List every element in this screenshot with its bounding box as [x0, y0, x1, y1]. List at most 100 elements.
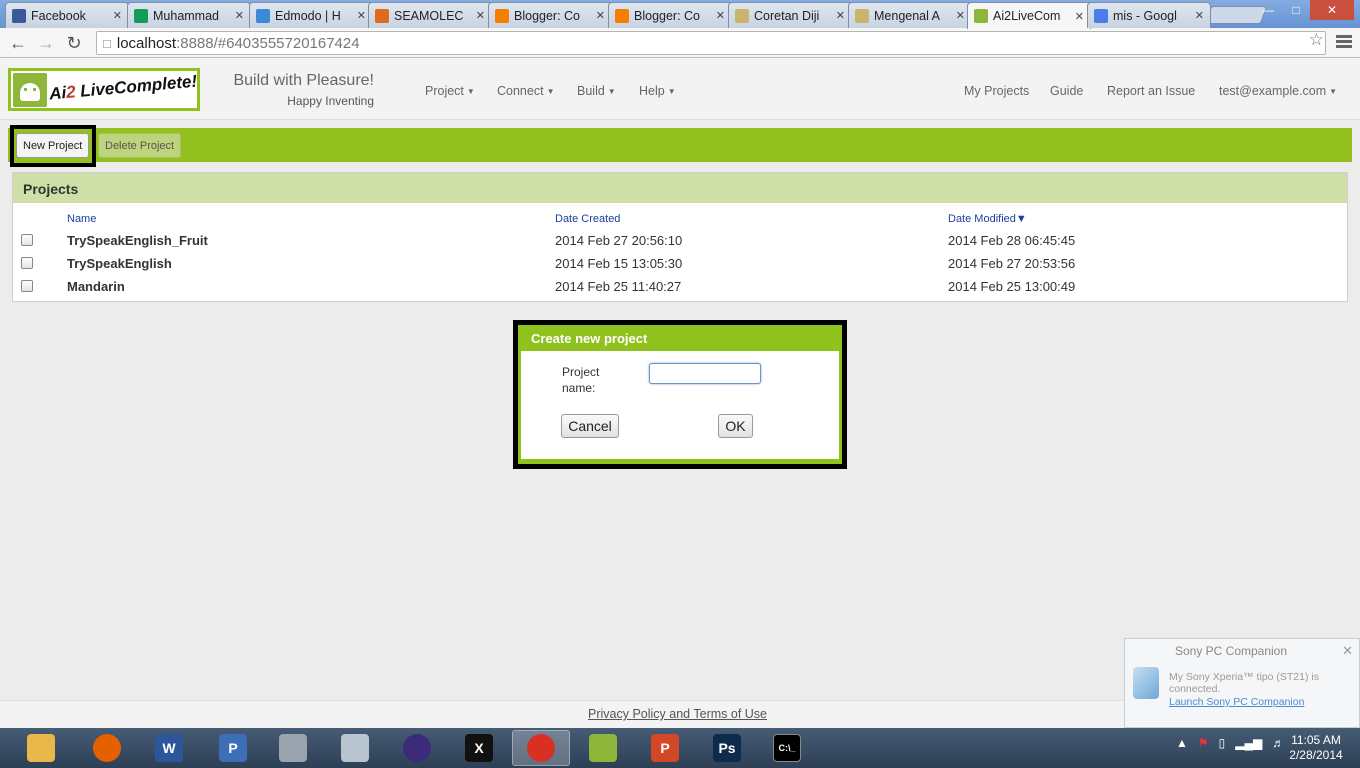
toast-message: My Sony Xperia™ tipo (ST21) is connected… [1169, 671, 1319, 695]
date-created: 2014 Feb 27 20:56:10 [555, 233, 683, 248]
caret-down-icon: ▼ [607, 87, 616, 97]
taskbar-explorer[interactable] [12, 730, 70, 766]
taskbar-network[interactable] [264, 730, 322, 766]
tagline: Build with Pleasure! Happy Inventing [232, 72, 374, 108]
system-clock[interactable]: 11:05 AM 2/28/2014 [1276, 733, 1356, 763]
taskbar-xming[interactable]: X [450, 730, 508, 766]
browser-tab[interactable]: Coretan Diji ✕ [728, 2, 852, 28]
row-checkbox[interactable] [21, 257, 33, 269]
close-tab-icon[interactable]: ✕ [836, 9, 845, 22]
toast-title: Sony PC Companion [1174, 644, 1288, 658]
phone-icon [1133, 667, 1159, 699]
close-tab-icon[interactable]: ✕ [1195, 9, 1204, 22]
tab-title: Mengenal A [874, 8, 941, 23]
tagline-sub: Happy Inventing [287, 94, 374, 108]
close-tab-icon[interactable]: ✕ [716, 9, 725, 22]
link-my-projects[interactable]: My Projects [964, 84, 1029, 98]
date-modified: 2014 Feb 27 20:53:56 [948, 256, 1076, 271]
facebook-icon [12, 8, 26, 23]
column-date-modified[interactable]: Date Modified▼ [948, 213, 1027, 225]
link-report-issue[interactable]: Report an Issue [1107, 84, 1195, 98]
menu-project[interactable]: Project ▼ [425, 84, 475, 98]
word-icon: W [155, 734, 183, 762]
phone-tray-icon[interactable]: ▯ [1219, 736, 1226, 750]
column-date-created[interactable]: Date Created [555, 213, 620, 225]
table-row[interactable]: Mandarin 2014 Feb 25 11:40:27 2014 Feb 2… [13, 275, 1343, 298]
app-header: Ai2 LiveComplete! Build with Pleasure! H… [0, 58, 1360, 120]
close-tab-icon[interactable]: ✕ [956, 9, 965, 22]
browser-tab[interactable]: SEAMOLEC ✕ [368, 2, 492, 28]
taskbar-ai2[interactable] [574, 730, 632, 766]
back-arrow-icon[interactable]: ← [6, 32, 30, 54]
table-row[interactable]: TrySpeakEnglish_Fruit 2014 Feb 27 20:56:… [13, 229, 1343, 252]
taskbar-photoshop[interactable]: Ps [698, 730, 756, 766]
windows-taskbar: W P X P Ps C:\_ ▲ ⚑ ▯ ▂▄▆ ♬ 11:05 AM 2/28/201… [0, 728, 1360, 768]
row-checkbox[interactable] [21, 234, 33, 246]
delete-project-button[interactable]: Delete Project [98, 133, 182, 158]
reload-icon[interactable]: ↻ [62, 32, 86, 54]
close-tab-icon[interactable]: ✕ [596, 9, 605, 22]
toast-link[interactable]: Launch Sony PC Companion [1169, 696, 1304, 708]
browser-tab[interactable]: Edmodo | H ✕ [249, 2, 373, 28]
taskbar-firefox[interactable] [78, 730, 136, 766]
browser-tab[interactable]: mis - Googl ✕ [1087, 2, 1211, 28]
close-tab-icon[interactable]: ✕ [357, 9, 366, 22]
blogger-icon [615, 8, 629, 23]
dialog-body: Project name: Cancel OK [521, 351, 839, 459]
taskbar-word[interactable]: W [140, 730, 198, 766]
browser-tab[interactable]: Blogger: Co ✕ [608, 2, 732, 28]
browser-toolbar: ← → ↻ □ localhost:8888/#6403555720167424… [0, 28, 1360, 58]
caret-down-icon: ▼ [1329, 87, 1338, 97]
taskbar-chrome[interactable] [512, 730, 570, 766]
eclipse-icon [403, 734, 431, 762]
maximize-icon[interactable]: □ [1282, 0, 1310, 20]
browser-tab[interactable]: Muhammad ✕ [127, 2, 251, 28]
user-account-menu[interactable]: test@example.com ▼ [1219, 84, 1337, 98]
menu-connect[interactable]: Connect ▼ [497, 84, 554, 98]
row-checkbox[interactable] [21, 280, 33, 292]
signal-icon[interactable]: ▂▄▆ [1235, 736, 1262, 750]
projects-panel: Projects Name Date Created Date Modified… [12, 172, 1348, 302]
app-logo[interactable]: Ai2 LiveComplete! [8, 68, 200, 111]
cancel-button[interactable]: Cancel [561, 414, 619, 438]
privacy-policy-link[interactable]: Privacy Policy and Terms of Use [588, 707, 767, 721]
browser-tab[interactable]: Facebook ✕ [5, 2, 129, 28]
android-logo-icon [13, 73, 47, 107]
project-name-input[interactable] [649, 363, 761, 384]
forward-arrow-icon[interactable]: → [34, 32, 58, 54]
close-icon[interactable]: ✕ [1342, 643, 1353, 659]
new-project-button[interactable]: New Project [16, 133, 90, 158]
date-modified: 2014 Feb 28 06:45:45 [948, 233, 1076, 248]
tab-title: Blogger: Co [514, 8, 581, 23]
close-tab-icon[interactable]: ✕ [476, 9, 485, 22]
minimize-icon[interactable]: — [1254, 0, 1282, 20]
table-row[interactable]: TrySpeakEnglish 2014 Feb 15 13:05:30 201… [13, 252, 1343, 275]
tab-title: Ai2LiveCom [993, 9, 1061, 23]
bookmark-star-icon[interactable]: ☆ [1309, 30, 1324, 50]
close-window-icon[interactable]: ✕ [1310, 0, 1354, 20]
flag-icon[interactable]: ⚑ [1198, 736, 1209, 750]
menu-build[interactable]: Build ▼ [577, 84, 616, 98]
ok-button[interactable]: OK [718, 414, 753, 438]
taskbar-powerpoint-app[interactable]: P [204, 730, 262, 766]
project-name[interactable]: TrySpeakEnglish_Fruit [67, 233, 208, 248]
taskbar-cmd[interactable]: C:\_ [758, 730, 816, 766]
close-tab-icon[interactable]: ✕ [1075, 10, 1084, 23]
browser-tab[interactable]: Mengenal A ✕ [848, 2, 972, 28]
project-name[interactable]: Mandarin [67, 279, 125, 294]
tab-title: Blogger: Co [634, 8, 701, 23]
column-name[interactable]: Name [67, 213, 96, 225]
close-tab-icon[interactable]: ✕ [235, 9, 244, 22]
project-name[interactable]: TrySpeakEnglish [67, 256, 172, 271]
taskbar-eclipse[interactable] [388, 730, 446, 766]
taskbar-powerpoint[interactable]: P [636, 730, 694, 766]
tray-expand-icon[interactable]: ▲ [1176, 736, 1188, 750]
browser-tab[interactable]: Blogger: Co ✕ [488, 2, 612, 28]
close-tab-icon[interactable]: ✕ [113, 9, 122, 22]
taskbar-monitor[interactable] [326, 730, 384, 766]
browser-tab[interactable]: Ai2LiveCom ✕ [967, 2, 1091, 29]
address-bar[interactable]: □ localhost:8888/#6403555720167424 [96, 31, 1326, 55]
menu-help[interactable]: Help ▼ [639, 84, 676, 98]
link-guide[interactable]: Guide [1050, 84, 1083, 98]
chrome-menu-icon[interactable] [1336, 35, 1352, 50]
